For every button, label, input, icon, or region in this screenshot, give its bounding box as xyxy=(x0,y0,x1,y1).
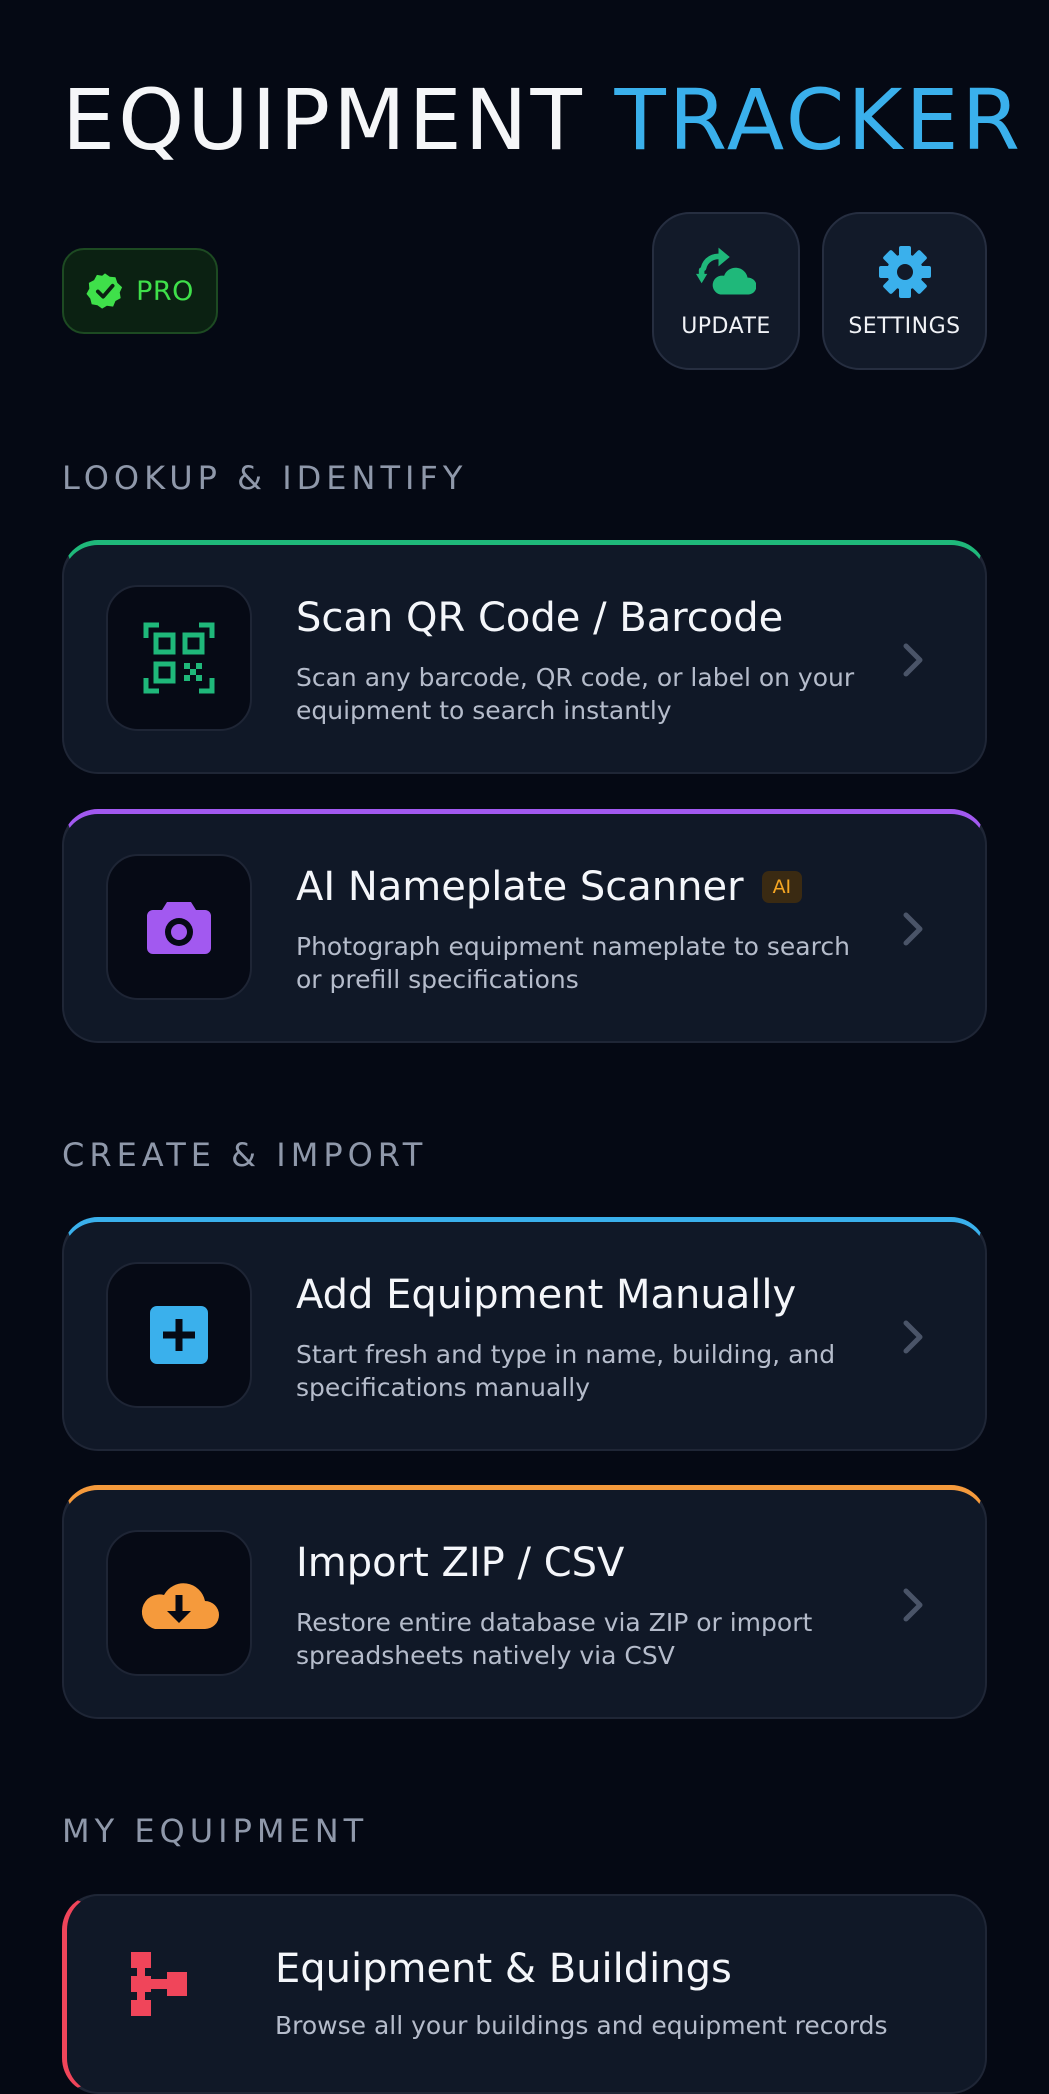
import-description: Restore entire database via ZIP or impor… xyxy=(296,1608,813,1670)
settings-button-label: SETTINGS xyxy=(848,313,961,339)
import-card[interactable]: Import ZIP / CSV Restore entire database… xyxy=(62,1485,987,1719)
camera-icon xyxy=(147,902,211,954)
add-equipment-card[interactable]: Add Equipment Manually Start fresh and t… xyxy=(62,1217,987,1451)
scan-qr-title: Scan QR Code / Barcode xyxy=(296,595,784,641)
import-title: Import ZIP / CSV xyxy=(296,1540,625,1586)
gear-icon xyxy=(878,245,931,298)
chevron-right-icon xyxy=(903,1588,923,1622)
ai-nameplate-card[interactable]: AI Nameplate Scanner AI Photograph equipm… xyxy=(62,809,987,1043)
equipment-buildings-card[interactable]: Equipment & Buildings Browse all your bu… xyxy=(62,1894,987,2094)
scan-qr-card[interactable]: Scan QR Code / Barcode Scan any barcode,… xyxy=(62,540,987,774)
add-equipment-icon-box xyxy=(106,1262,252,1408)
plus-square-icon xyxy=(150,1306,208,1364)
cloud-download-icon xyxy=(141,1583,219,1629)
ai-nameplate-description: Photograph equipment nameplate to search… xyxy=(296,932,850,994)
add-equipment-description: Start fresh and type in name, building, … xyxy=(296,1340,836,1402)
app-title-word-1: EQUIPMENT xyxy=(62,71,585,169)
ai-nameplate-icon-box xyxy=(106,854,252,1000)
chevron-right-icon xyxy=(903,912,923,946)
pro-badge-label: PRO xyxy=(136,275,194,307)
section-my-equipment-heading: MY EQUIPMENT xyxy=(62,1812,369,1850)
chevron-right-icon xyxy=(903,643,923,677)
verified-check-icon xyxy=(86,273,123,309)
import-icon-box xyxy=(106,1530,252,1676)
ai-badge: AI xyxy=(761,871,803,903)
update-button[interactable]: UPDATE xyxy=(652,212,800,370)
section-lookup-heading: LOOKUP & IDENTIFY xyxy=(62,459,468,497)
app-title-word-2: TRACKER xyxy=(614,71,1023,169)
ai-nameplate-title-text: AI Nameplate Scanner xyxy=(296,864,744,910)
add-equipment-title: Add Equipment Manually xyxy=(296,1272,797,1318)
scan-qr-description: Scan any barcode, QR code, or label on y… xyxy=(296,663,855,725)
update-button-label: UPDATE xyxy=(681,313,771,339)
app-title: EQUIPMENT TRACKER xyxy=(62,70,1023,170)
hierarchy-icon xyxy=(131,1952,187,2016)
section-create-heading: CREATE & IMPORT xyxy=(62,1136,428,1174)
qr-code-icon xyxy=(143,622,215,694)
equipment-buildings-description: Browse all your buildings and equipment … xyxy=(275,2011,888,2040)
scan-qr-icon-box xyxy=(106,585,252,731)
equipment-buildings-title: Equipment & Buildings xyxy=(275,1946,732,1992)
ai-nameplate-title: AI Nameplate Scanner AI xyxy=(296,862,803,912)
pro-badge[interactable]: PRO xyxy=(62,248,218,334)
settings-button[interactable]: SETTINGS xyxy=(822,212,987,370)
cloud-sync-icon xyxy=(696,247,756,294)
chevron-right-icon xyxy=(903,1320,923,1354)
